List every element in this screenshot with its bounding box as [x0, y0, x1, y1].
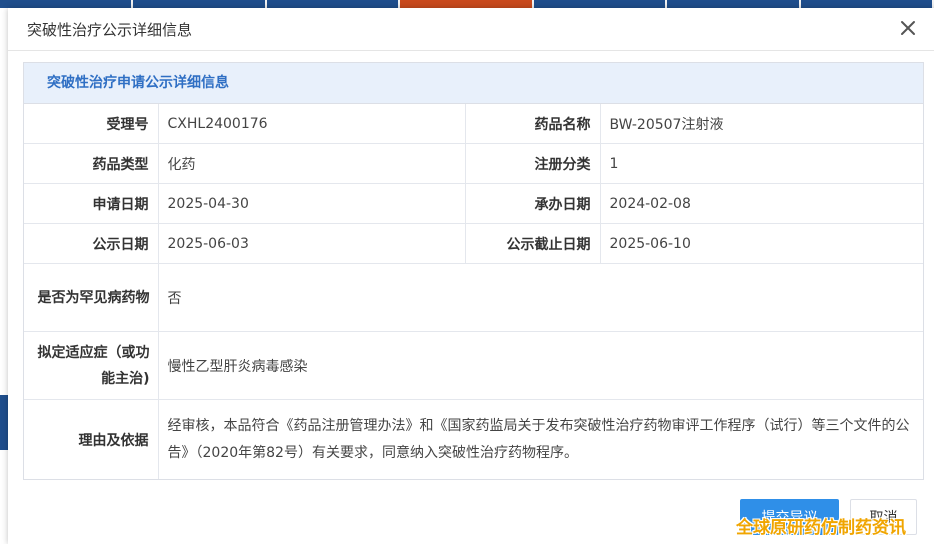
apply-date-value: 2025-04-30	[157, 183, 465, 224]
table-row: 公示日期 2025-06-03 公示截止日期 2025-06-10	[24, 223, 923, 264]
background-nav-tab	[801, 0, 934, 8]
cancel-button[interactable]: 取消	[850, 499, 917, 535]
dialog-header: 突破性治疗公示详细信息	[8, 8, 934, 51]
acceptance-no-label: 受理号	[106, 116, 149, 133]
background-nav-tab	[133, 0, 267, 8]
background-nav-tab	[534, 0, 668, 8]
table-row: 申请日期 2025-04-30 承办日期 2024-02-08	[24, 183, 923, 224]
publish-date-value: 2025-06-03	[157, 223, 465, 264]
background-nav-bar	[0, 0, 934, 8]
detail-panel: 突破性治疗申请公示详细信息 受理号 CXHL2400176 药品名称 BW-20…	[23, 62, 924, 480]
registration-class-value: 1	[599, 143, 923, 184]
detail-dialog: 突破性治疗公示详细信息 突破性治疗申请公示详细信息 受理号 CXHL240017…	[8, 8, 934, 544]
drug-name-label: 药品名称	[464, 104, 600, 144]
handling-date-value: 2024-02-08	[599, 183, 923, 224]
publish-deadline-value: 2025-06-10	[599, 223, 923, 264]
drug-name-value: BW-20507注射液	[599, 104, 923, 144]
table-row: 拟定适应症（或功能主治) 慢性乙型肝炎病毒感染	[24, 331, 923, 400]
background-nav-tab	[267, 0, 401, 8]
drug-type-value: 化药	[157, 143, 465, 184]
dialog-title: 突破性治疗公示详细信息	[27, 21, 193, 39]
registration-class-label: 注册分类	[464, 143, 600, 184]
acceptance-no-value: CXHL2400176	[157, 104, 465, 144]
indication-value: 慢性乙型肝炎病毒感染	[157, 331, 923, 400]
rare-disease-label: 是否为罕见病药物	[24, 263, 158, 332]
table-row: 受理号 CXHL2400176 药品名称 BW-20507注射液	[24, 104, 923, 144]
table-row: 理由及依据 经审核，本品符合《药品注册管理办法》和《国家药监局关于发布突破性治疗…	[24, 399, 923, 479]
rare-disease-value: 否	[157, 263, 923, 332]
apply-date-label: 申请日期	[24, 183, 158, 224]
submit-objection-button[interactable]: 提交异议	[740, 499, 839, 535]
reason-value: 经审核，本品符合《药品注册管理办法》和《国家药监局关于发布突破性治疗药物审评工作…	[157, 399, 923, 479]
background-nav-tab	[0, 0, 134, 8]
table-row: 药品类型 化药 注册分类 1	[24, 143, 923, 184]
indication-label: 拟定适应症（或功能主治)	[24, 331, 158, 400]
table-row: 是否为罕见病药物 否	[24, 263, 923, 332]
reason-label: 理由及依据	[24, 399, 158, 479]
background-side-block	[0, 395, 8, 450]
detail-table: 受理号 CXHL2400176 药品名称 BW-20507注射液 药品类型 化药…	[24, 104, 923, 479]
background-nav-tab-active	[400, 0, 534, 8]
panel-heading: 突破性治疗申请公示详细信息	[24, 63, 923, 104]
handling-date-label: 承办日期	[464, 183, 600, 224]
publish-date-label: 公示日期	[24, 223, 158, 264]
background-nav-tab	[667, 0, 801, 8]
close-icon[interactable]	[896, 16, 920, 40]
drug-type-label: 药品类型	[24, 143, 158, 184]
publish-deadline-label: 公示截止日期	[464, 223, 600, 264]
